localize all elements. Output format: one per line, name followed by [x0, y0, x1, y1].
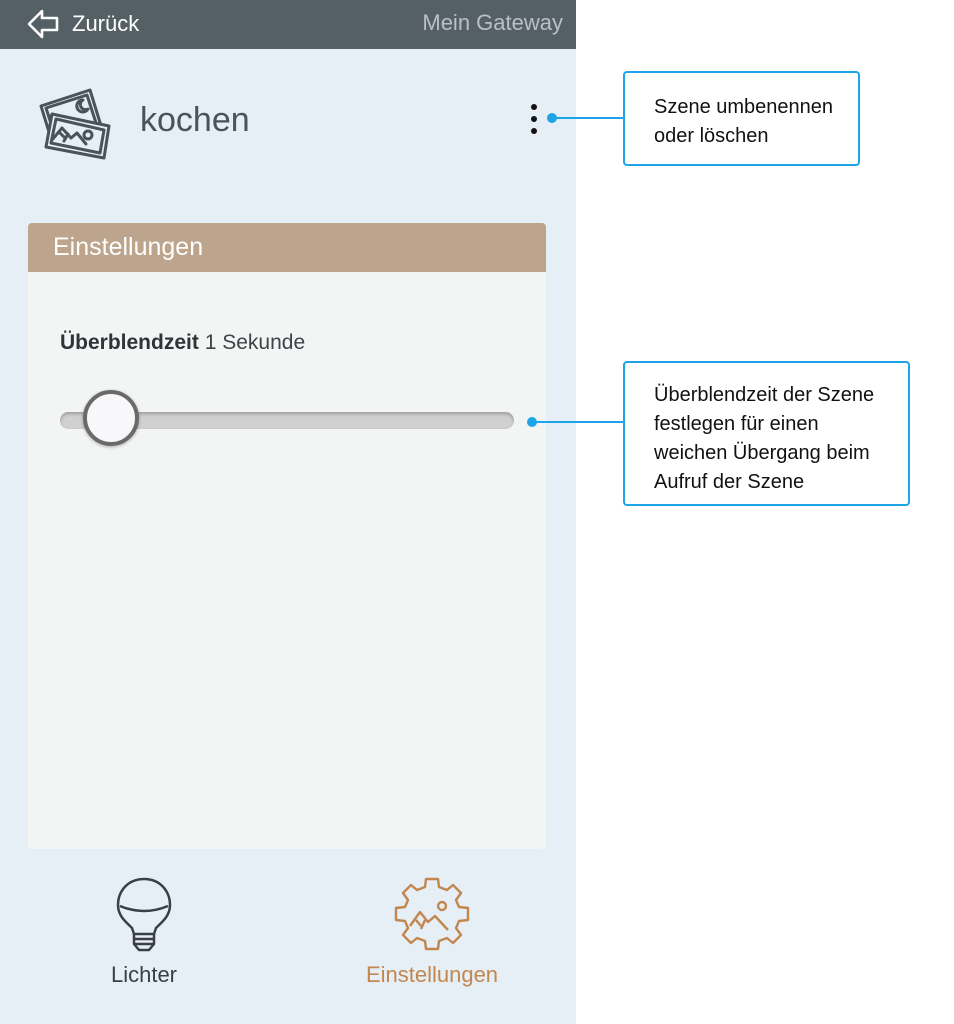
arrow-left-icon	[27, 9, 59, 39]
scene-photos-icon	[39, 88, 111, 160]
back-label: Zurück	[72, 11, 140, 36]
more-options-button[interactable]	[522, 101, 546, 137]
settings-card: Einstellungen Überblendzeit 1 Sekunde	[28, 223, 546, 849]
dot-icon	[531, 104, 537, 110]
card-header: Einstellungen	[28, 223, 546, 272]
app-screen: Zurück Mein Gateway kochen Einstellungen…	[0, 0, 576, 1024]
fade-time-value: 1 Sekunde	[204, 331, 306, 354]
dot-icon	[531, 116, 537, 122]
scene-name: kochen	[140, 101, 250, 139]
callout-2-dot	[527, 417, 537, 427]
dot-icon	[531, 128, 537, 134]
nav-einstellungen[interactable]: Einstellungen	[352, 876, 512, 988]
fade-time-label: Überblendzeit 1 Sekunde	[60, 331, 305, 355]
callout-2-connector	[532, 421, 624, 423]
callout-1-dot	[547, 113, 557, 123]
callout-fade-time: Überblendzeit der Szene festlegen für ei…	[623, 361, 910, 506]
bulb-icon	[116, 877, 172, 952]
top-bar: Zurück Mein Gateway	[0, 0, 576, 49]
fade-time-title: Überblendzeit	[60, 331, 199, 354]
nav-einstellungen-label: Einstellungen	[365, 962, 499, 987]
callout-1-connector	[552, 117, 624, 119]
gateway-title: Mein Gateway	[422, 10, 563, 35]
fade-time-slider-thumb[interactable]	[83, 390, 139, 446]
callout-rename-delete: Szene umbenennen oder löschen	[623, 71, 860, 166]
nav-lichter-label: Lichter	[110, 962, 178, 987]
scene-settings-gear-icon	[394, 877, 470, 951]
back-button[interactable]: Zurück	[26, 8, 139, 40]
nav-lichter[interactable]: Lichter	[84, 876, 204, 988]
